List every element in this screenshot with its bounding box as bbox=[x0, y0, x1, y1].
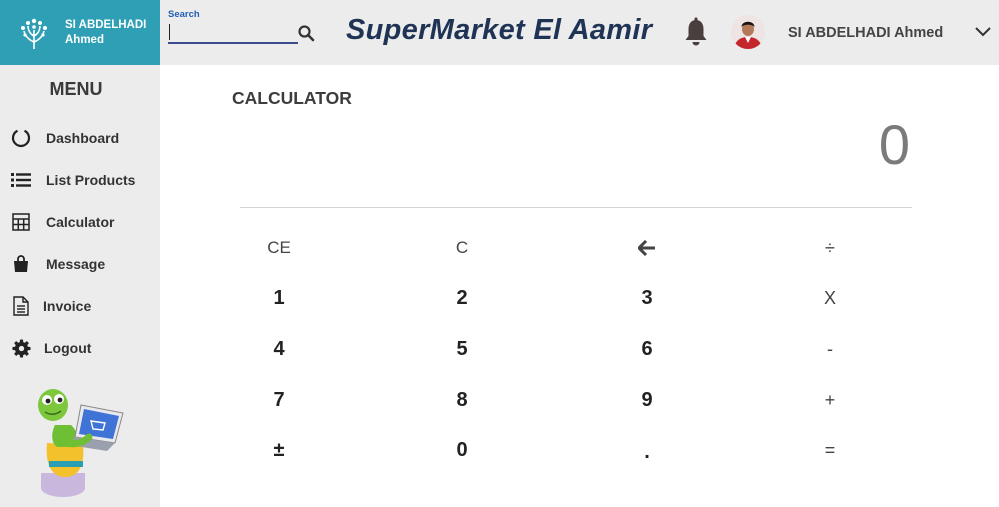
sidebar-item-list-products[interactable]: List Products bbox=[10, 168, 135, 192]
key-2[interactable]: 2 bbox=[402, 278, 522, 318]
user-name[interactable]: SI ABDELHADI Ahmed bbox=[788, 25, 943, 41]
key-clear[interactable]: C bbox=[402, 228, 522, 268]
key-9[interactable]: 9 bbox=[587, 380, 707, 420]
bell-icon[interactable] bbox=[682, 17, 710, 47]
chevron-down-icon[interactable] bbox=[974, 25, 992, 39]
circle-icon bbox=[10, 127, 32, 149]
list-icon bbox=[10, 169, 32, 191]
sidebar-item-label: Dashboard bbox=[46, 130, 120, 146]
document-icon bbox=[10, 295, 32, 317]
calculator-display: 0 bbox=[878, 113, 910, 176]
search-input[interactable] bbox=[168, 22, 298, 44]
sidebar-item-dashboard[interactable]: Dashboard bbox=[10, 126, 119, 150]
divider bbox=[240, 207, 912, 208]
gear-icon bbox=[10, 337, 32, 359]
sidebar-item-label: List Products bbox=[46, 172, 136, 188]
key-plus-minus[interactable]: ± bbox=[219, 430, 339, 470]
key-0[interactable]: 0 bbox=[402, 430, 522, 470]
key-8[interactable]: 8 bbox=[402, 380, 522, 420]
key-6[interactable]: 6 bbox=[587, 329, 707, 369]
key-add[interactable]: + bbox=[770, 380, 890, 420]
avatar-photo bbox=[731, 15, 765, 49]
mascot-laptop-illustration bbox=[38, 389, 124, 497]
sidebar: MENU Dashboard List Products Calculator bbox=[0, 65, 160, 507]
search-label: Search bbox=[168, 9, 200, 20]
sidebar-item-calculator[interactable]: Calculator bbox=[10, 210, 114, 234]
avatar[interactable] bbox=[731, 15, 765, 49]
key-5[interactable]: 5 bbox=[402, 329, 522, 369]
arrow-left-icon bbox=[638, 240, 655, 256]
page-title: CALCULATOR bbox=[232, 88, 352, 108]
brand-user-line2: Ahmed bbox=[65, 33, 104, 46]
key-subtract[interactable]: - bbox=[770, 329, 890, 369]
app-title: SuperMarket El Aamir bbox=[346, 14, 653, 46]
key-clear-entry[interactable]: CE bbox=[219, 228, 339, 268]
top-bar: Search SuperMarket El Aamir SI ABDELHADI… bbox=[160, 0, 999, 65]
key-divide[interactable]: ÷ bbox=[770, 228, 890, 268]
calculator-icon bbox=[10, 211, 32, 233]
sidebar-item-label: Calculator bbox=[46, 214, 115, 230]
sidebar-item-message[interactable]: Message bbox=[10, 252, 105, 276]
search-icon[interactable] bbox=[297, 24, 315, 42]
key-decimal[interactable]: . bbox=[587, 432, 707, 472]
key-equals[interactable]: = bbox=[770, 430, 890, 470]
key-1[interactable]: 1 bbox=[219, 278, 339, 318]
bag-icon bbox=[10, 253, 32, 275]
brand-block: SI ABDELHADI Ahmed bbox=[0, 0, 160, 65]
brand-user-line1: SI ABDELHADI bbox=[65, 18, 147, 31]
key-4[interactable]: 4 bbox=[219, 329, 339, 369]
key-3[interactable]: 3 bbox=[587, 278, 707, 318]
tree-logo-icon bbox=[21, 18, 47, 49]
sidebar-item-label: Logout bbox=[44, 340, 92, 356]
key-backspace[interactable] bbox=[587, 228, 707, 268]
text-caret bbox=[169, 24, 170, 40]
sidebar-item-logout[interactable]: Logout bbox=[10, 336, 91, 360]
sidebar-item-label: Message bbox=[46, 256, 106, 272]
menu-title: MENU bbox=[49, 79, 103, 99]
sidebar-item-label: Invoice bbox=[43, 298, 92, 314]
key-multiply[interactable]: X bbox=[770, 278, 890, 318]
key-7[interactable]: 7 bbox=[219, 380, 339, 420]
sidebar-item-invoice[interactable]: Invoice bbox=[10, 294, 91, 318]
